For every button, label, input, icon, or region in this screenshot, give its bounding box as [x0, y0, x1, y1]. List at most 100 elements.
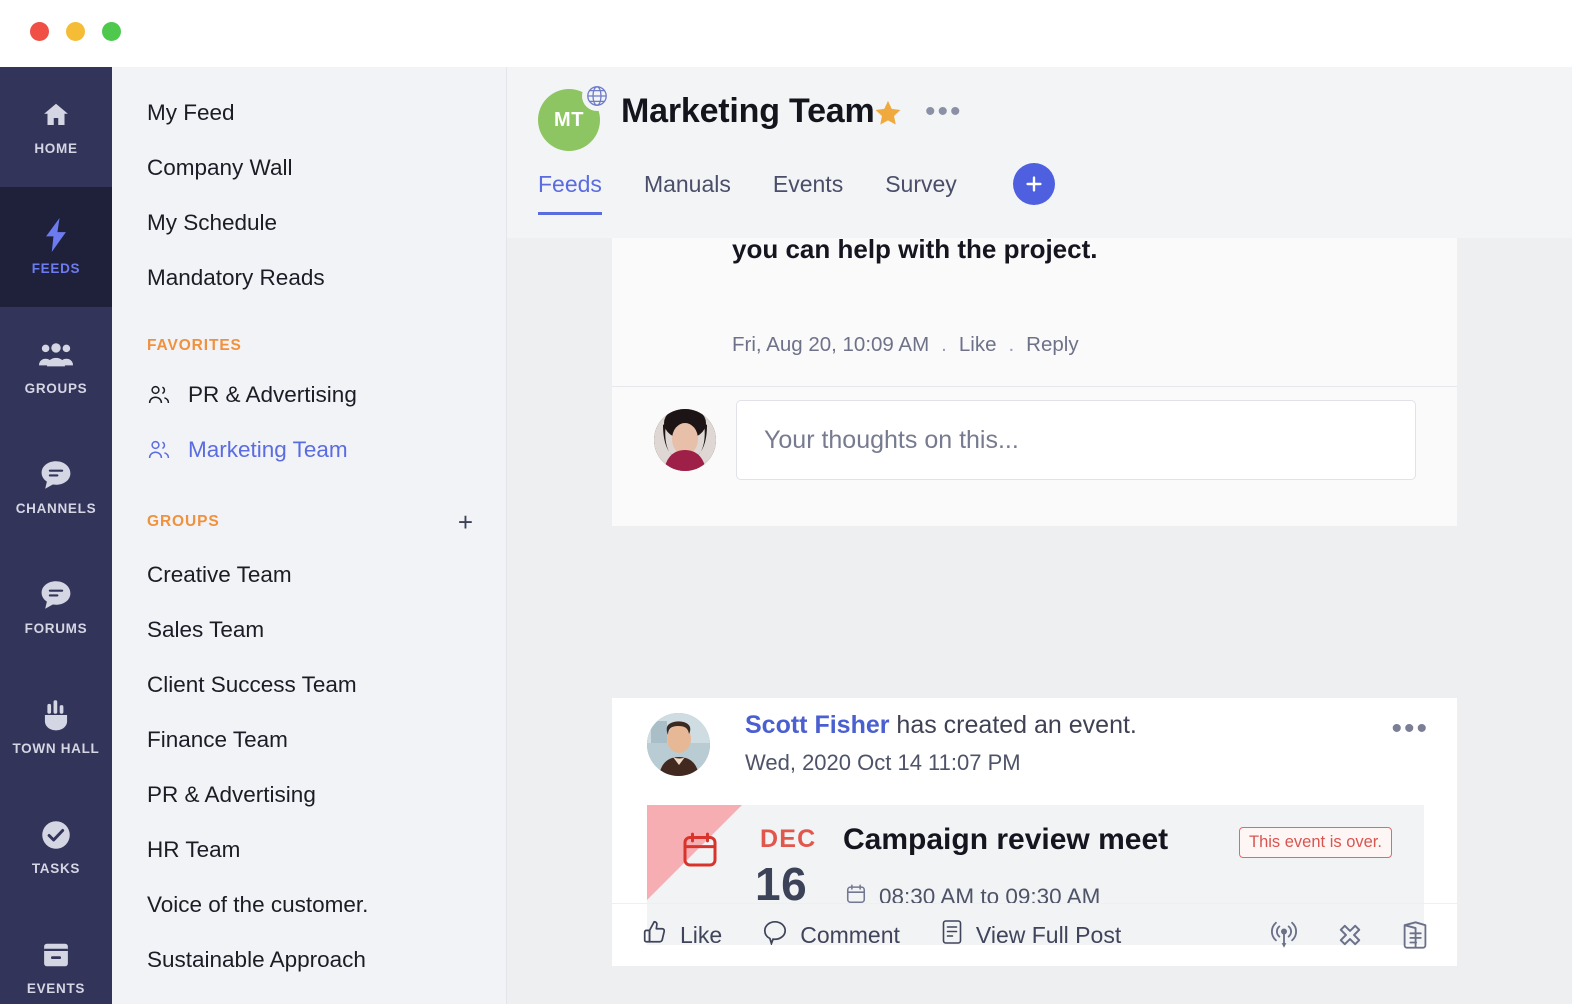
post-secondary-actions [1269, 920, 1429, 950]
sidebar-label: Mandatory Reads [147, 264, 325, 290]
rail-item-feeds[interactable]: FEEDS [0, 187, 112, 307]
favorites-title: FAVORITES [147, 337, 242, 354]
rail-item-channels[interactable]: CHANNELS [0, 427, 112, 547]
tab-survey[interactable]: Survey [885, 170, 957, 215]
group-item-creative-team[interactable]: Creative Team [112, 547, 506, 602]
group-item-client-success-team[interactable]: Client Success Team [112, 657, 506, 712]
secondary-sidebar: My Feed Company Wall My Schedule Mandato… [112, 67, 507, 1004]
comment-reply-button[interactable]: Reply [1026, 333, 1078, 357]
comment-meta: Fri, Aug 20, 10:09 AM . Like . Reply [732, 333, 1079, 357]
rail-item-tasks[interactable]: TASKS [0, 787, 112, 907]
groups-title: GROUPS [147, 513, 220, 530]
chat-bubble-icon [39, 578, 73, 612]
post-title: Scott Fisher has created an event. [745, 710, 1137, 740]
post-action-bar: Like Comment View Full Post [612, 903, 1457, 966]
like-button[interactable]: Like [642, 919, 722, 951]
comment-like-button[interactable]: Like [959, 333, 997, 357]
group-label: Client Success Team [147, 671, 357, 697]
rail-label-feeds: FEEDS [31, 261, 81, 276]
meta-separator: . [941, 333, 947, 356]
group-label: Creative Team [147, 561, 292, 587]
rail-item-home[interactable]: HOME [0, 67, 112, 187]
people-icon [147, 383, 171, 407]
add-tab-button[interactable] [1012, 163, 1055, 205]
favorite-item-pr-advertising[interactable]: PR & Advertising [112, 367, 506, 422]
group-item-sales-team[interactable]: Sales Team [112, 602, 506, 657]
app-window: HOME FEEDS GROUPS CHANNELS FORUMS TOWN H… [0, 0, 1572, 1004]
page-title: Marketing Team [621, 92, 875, 130]
favorite-item-marketing-team[interactable]: Marketing Team [112, 422, 506, 477]
rail-label-town-hall: TOWN HALL [12, 741, 100, 756]
like-label: Like [680, 921, 723, 948]
main-content: MT Marketing Team ••• Feeds Manuals Even… [507, 67, 1572, 1004]
tab-manuals[interactable]: Manuals [644, 170, 731, 215]
comment-input[interactable]: Your thoughts on this... [736, 400, 1416, 480]
tab-label: Feeds [538, 171, 602, 197]
post-author-link[interactable]: Scott Fisher [745, 711, 889, 739]
group-item-pr-advertising[interactable]: PR & Advertising [112, 767, 506, 822]
rail-item-events[interactable]: EVENTS [0, 907, 112, 1004]
rail-label-forums: FORUMS [24, 621, 88, 636]
post-action-text: has created an event. [889, 711, 1137, 739]
comment-button[interactable]: Comment [762, 919, 900, 951]
share-scatter-icon[interactable] [1335, 920, 1365, 950]
rail-label-groups: GROUPS [24, 381, 88, 396]
view-full-post-button[interactable]: View Full Post [940, 919, 1121, 951]
meta-separator: . [1008, 333, 1015, 356]
tab-label: Events [772, 171, 844, 197]
primary-nav-rail: HOME FEEDS GROUPS CHANNELS FORUMS TOWN H… [0, 67, 112, 1004]
tab-events[interactable]: Events [773, 170, 843, 215]
comment-timestamp: Fri, Aug 20, 10:09 AM [732, 333, 930, 356]
broadcast-icon[interactable] [1269, 920, 1299, 950]
globe-icon [582, 81, 612, 111]
group-label: Finance Team [147, 726, 288, 752]
comment-bubble-icon [762, 919, 788, 951]
rail-item-forums[interactable]: FORUMS [0, 547, 112, 667]
document-icon [940, 919, 964, 951]
group-label: Sustainable Approach [147, 946, 366, 972]
header-more-button[interactable]: ••• [925, 97, 963, 127]
event-month: DEC [760, 825, 817, 853]
minimize-button[interactable] [66, 22, 85, 41]
group-item-sustainable-approach[interactable]: Sustainable Approach [112, 932, 506, 987]
calendar-icon [39, 938, 73, 972]
add-group-button[interactable]: + [458, 509, 473, 535]
thumbs-up-icon [642, 919, 668, 951]
event-post-card: Scott Fisher has created an event. Wed, … [612, 698, 1457, 966]
avatar-initials: MT [554, 108, 584, 131]
rail-label-home: HOME [34, 141, 78, 156]
avatar [647, 713, 710, 776]
comment-input-placeholder: Your thoughts on this... [764, 425, 1019, 454]
sidebar-item-company-wall[interactable]: Company Wall [112, 140, 506, 195]
sidebar-label: Company Wall [147, 154, 293, 180]
group-item-hr-team[interactable]: HR Team [112, 822, 506, 877]
check-circle-icon [39, 818, 73, 852]
rail-item-groups[interactable]: GROUPS [0, 307, 112, 427]
group-item-voice-of-the-customer[interactable]: Voice of the customer. [112, 877, 506, 932]
rail-item-town-hall[interactable]: TOWN HALL [0, 667, 112, 787]
status-badge: This event is over. [1239, 827, 1392, 858]
group-label: HR Team [147, 836, 241, 862]
clipboard-poll-icon[interactable] [1401, 920, 1429, 950]
close-button[interactable] [30, 22, 49, 41]
comment-label: Comment [800, 921, 900, 948]
sidebar-item-my-schedule[interactable]: My Schedule [112, 195, 506, 250]
groups-section-header: GROUPS + [112, 477, 506, 547]
maximize-button[interactable] [102, 22, 121, 41]
sidebar-item-mandatory-reads[interactable]: Mandatory Reads [112, 250, 506, 305]
post-text-excerpt: you can help with the project. [732, 238, 1098, 264]
feed-list: you can help with the project. Fri, Aug … [507, 238, 1572, 1004]
window-titlebar [0, 0, 1572, 67]
comment-composer-row: Your thoughts on this... [612, 387, 1457, 526]
tab-feeds[interactable]: Feeds [538, 170, 602, 215]
favorites-section-header: FAVORITES [112, 305, 506, 367]
comment-card: you can help with the project. Fri, Aug … [612, 238, 1457, 526]
post-more-button[interactable]: ••• [1391, 714, 1429, 744]
star-icon[interactable] [873, 99, 903, 133]
avatar [654, 409, 716, 471]
sidebar-item-my-feed[interactable]: My Feed [112, 85, 506, 140]
group-item-finance-team[interactable]: Finance Team [112, 712, 506, 767]
group-label: PR & Advertising [147, 781, 316, 807]
event-title: Campaign review meet [843, 823, 1169, 856]
favorite-label: PR & Advertising [188, 381, 357, 407]
